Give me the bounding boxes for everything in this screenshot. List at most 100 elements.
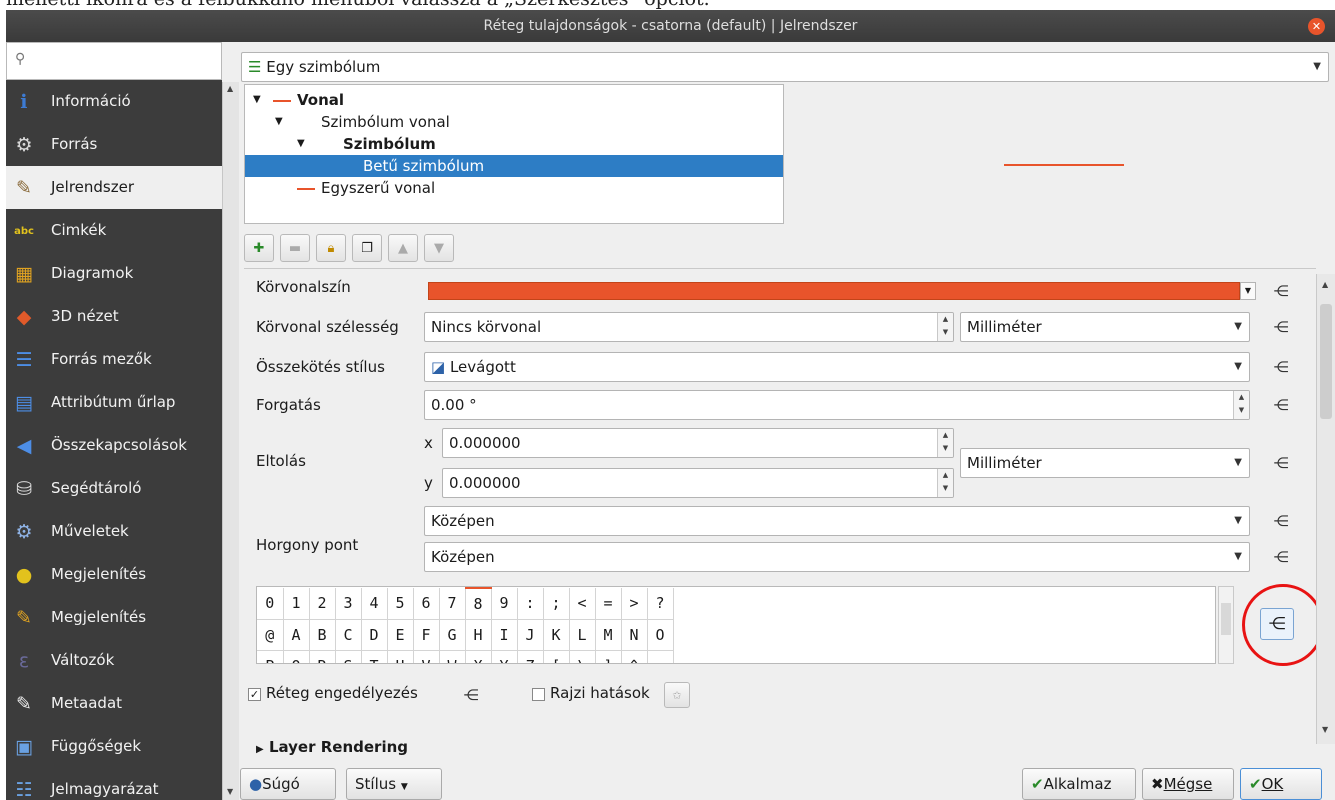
anchor-vertical-select[interactable]: Középen ▼	[424, 542, 1250, 572]
scroll-down-icon[interactable]: ▼	[1322, 725, 1328, 734]
data-defined-override-icon[interactable]: ⋲	[1270, 546, 1292, 568]
color-dropdown-button[interactable]: ▼	[1240, 282, 1256, 300]
charmap-scrollbar[interactable]	[1218, 586, 1234, 664]
duplicate-layer-button[interactable]: ❐	[352, 234, 382, 262]
add-layer-button[interactable]: ✚	[244, 234, 274, 262]
sidebar-item[interactable]: ℹ Információ	[6, 80, 222, 123]
stroke-width-spinbox[interactable]: Nincs körvonal ▲ ▼	[424, 312, 954, 342]
charmap-cell[interactable]: =	[595, 588, 622, 620]
charmap-cell[interactable]: U	[387, 650, 414, 663]
charmap-cell[interactable]: C	[335, 619, 362, 651]
tree-row-szimbolum-vonal[interactable]: ▼ Szimbólum vonal	[245, 111, 783, 133]
sidebar-item[interactable]: ● Megjelenítés	[6, 553, 222, 596]
stroke-width-unit-select[interactable]: Milliméter ▼	[960, 312, 1250, 342]
anchor-horizontal-select[interactable]: Középen ▼	[424, 506, 1250, 536]
charmap-cell[interactable]: <	[569, 588, 596, 620]
data-defined-override-icon[interactable]: ⋲	[1270, 280, 1292, 302]
tree-row-egyszeru-vonal[interactable]: Egyszerű vonal	[245, 177, 783, 199]
sidebar-item[interactable]: ◆ 3D nézet	[6, 295, 222, 338]
sidebar-item[interactable]: ▣ Függőségek	[6, 725, 222, 768]
apply-button[interactable]: ✔Alkalmaz	[1022, 768, 1136, 800]
sidebar-item[interactable]: ⚙ Forrás	[6, 123, 222, 166]
remove-layer-button[interactable]: ▬	[280, 234, 310, 262]
expand-arrow-icon[interactable]: ▼	[253, 89, 261, 111]
charmap-cell[interactable]: V	[413, 650, 440, 663]
join-style-select[interactable]: ◪ Levágott ▼	[424, 352, 1250, 382]
charmap-cell[interactable]: 6	[413, 588, 440, 620]
sidebar-item[interactable]: ✎ Jelrendszer	[6, 166, 222, 209]
tree-row-vonal[interactable]: ▼ Vonal	[245, 89, 783, 111]
tree-row-szimbolum[interactable]: ▼ Szimbólum	[245, 133, 783, 155]
charmap-cell[interactable]: ]	[595, 650, 622, 663]
lock-layer-button[interactable]: 🔒︎	[316, 234, 346, 262]
close-icon[interactable]: ✕	[1308, 18, 1325, 35]
charmap-cell[interactable]: E	[387, 619, 414, 651]
sidebar-scrollbar[interactable]: ▲ ▼	[222, 82, 239, 800]
tree-row-betu-szimbolum[interactable]: Betű szimbólum	[245, 155, 783, 177]
sidebar-item[interactable]: ✎ Megjelenítés	[6, 596, 222, 639]
charmap-cell[interactable]: 9	[491, 588, 518, 620]
sidebar-item[interactable]: ☰ Forrás mezők	[6, 338, 222, 381]
charmap-cell[interactable]: :	[517, 588, 544, 620]
sidebar-item[interactable]: ◀ Összekapcsolások	[6, 424, 222, 467]
charmap-cell[interactable]: >	[621, 588, 648, 620]
charmap-cell[interactable]: Z	[517, 650, 544, 663]
charmap-cell[interactable]: 7	[439, 588, 466, 620]
charmap-cell[interactable]: ;	[543, 588, 570, 620]
sidebar-item[interactable]: ▦ Diagramok	[6, 252, 222, 295]
data-defined-override-icon[interactable]: ⋲	[1270, 356, 1292, 378]
spin-arrows-icon[interactable]: ▲ ▼	[1233, 391, 1249, 419]
charmap-cell[interactable]: M	[595, 619, 622, 651]
data-defined-override-icon[interactable]: ⋲	[1270, 394, 1292, 416]
data-defined-override-icon[interactable]: ⋲	[1270, 316, 1292, 338]
charmap-cell[interactable]: 1	[283, 588, 310, 620]
sidebar-item[interactable]: abc Cimkék	[6, 209, 222, 252]
charmap-cell[interactable]	[647, 650, 674, 663]
charmap-cell[interactable]: T	[361, 650, 388, 663]
charmap-cell[interactable]: X	[465, 650, 492, 663]
charmap-cell[interactable]: [	[543, 650, 570, 663]
charmap-cell[interactable]: K	[543, 619, 570, 651]
charmap-cell[interactable]: 0	[257, 588, 284, 620]
data-defined-override-icon[interactable]: ⋲	[460, 684, 482, 706]
charmap-cell[interactable]: J	[517, 619, 544, 651]
charmap-cell[interactable]: P	[257, 650, 284, 663]
scroll-up-icon[interactable]: ▲	[227, 84, 233, 93]
charmap-cell[interactable]: G	[439, 619, 466, 651]
charmap-cell[interactable]: H	[465, 619, 492, 651]
offset-unit-select[interactable]: Milliméter ▼	[960, 448, 1250, 478]
properties-scrollbar[interactable]: ▲ ▼	[1316, 274, 1335, 744]
sidebar-search-input[interactable]: ⚲	[6, 42, 222, 80]
charmap-cell[interactable]: S	[335, 650, 362, 663]
draw-effects-checkbox[interactable]	[532, 688, 545, 701]
charmap-cell[interactable]: @	[257, 619, 284, 651]
symbol-layer-tree[interactable]: ▼ Vonal ▼ Szimbólum vonal ▼ Szimbólum Be…	[244, 84, 784, 224]
enable-layer-checkbox[interactable]: ✓	[248, 688, 261, 701]
spin-arrows-icon[interactable]: ▲ ▼	[937, 313, 953, 341]
charmap-cell[interactable]: B	[309, 619, 336, 651]
layer-rendering-section[interactable]: ▶ Layer Rendering	[256, 738, 408, 756]
charmap-cell[interactable]: W	[439, 650, 466, 663]
cancel-button[interactable]: ✖Mégse	[1142, 768, 1234, 800]
scroll-up-icon[interactable]: ▲	[1322, 280, 1328, 289]
rotation-spinbox[interactable]: 0.00 ° ▲ ▼	[424, 390, 1250, 420]
sidebar-item[interactable]: ☷ Jelmagyarázat	[6, 768, 222, 800]
charmap-cell[interactable]: ^	[621, 650, 648, 663]
charmap-cell[interactable]: A	[283, 619, 310, 651]
move-up-button[interactable]: ▲	[388, 234, 418, 262]
offset-x-spinbox[interactable]: 0.000000 ▲ ▼	[442, 428, 954, 458]
charmap-cell[interactable]: F	[413, 619, 440, 651]
stroke-color-button[interactable]	[428, 282, 1240, 300]
charmap-cell[interactable]: O	[647, 619, 674, 651]
charmap-cell[interactable]: N	[621, 619, 648, 651]
move-down-button[interactable]: ▼	[424, 234, 454, 262]
charmap-cell[interactable]: 3	[335, 588, 362, 620]
sidebar-item[interactable]: ⚙ Műveletek	[6, 510, 222, 553]
charmap-cell[interactable]: \	[569, 650, 596, 663]
sidebar-item[interactable]: ε Változók	[6, 639, 222, 682]
charmap-cell[interactable]: L	[569, 619, 596, 651]
sidebar-item[interactable]: ▤ Attribútum űrlap	[6, 381, 222, 424]
help-button[interactable]: ●Súgó	[240, 768, 336, 800]
charmap-cell[interactable]: R	[309, 650, 336, 663]
charmap-cell[interactable]: ?	[647, 588, 674, 620]
